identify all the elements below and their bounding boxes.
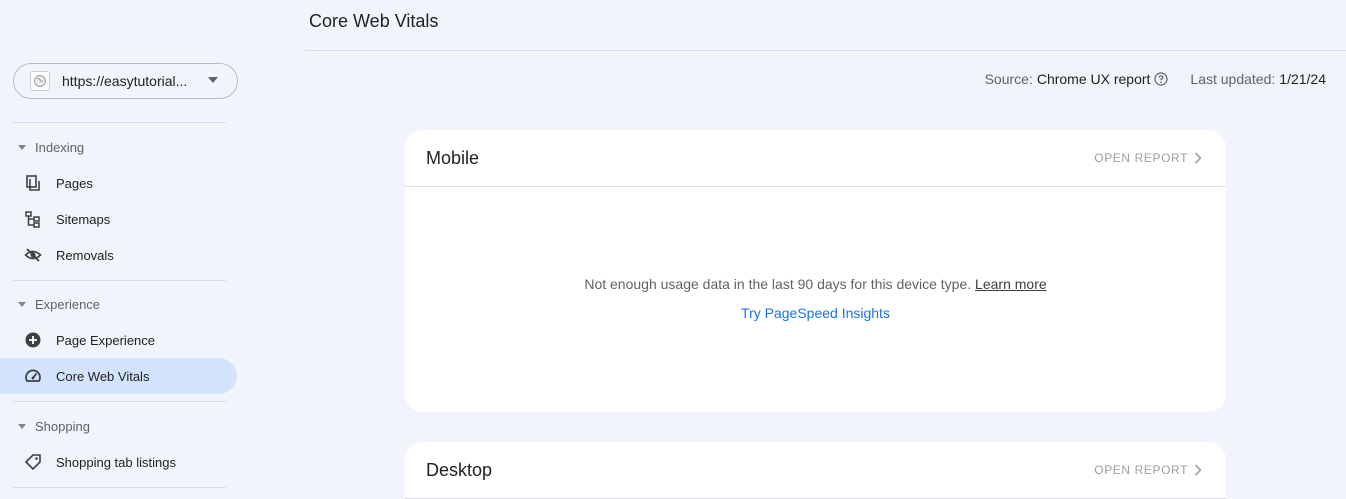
section-toggle-indexing[interactable]: Indexing bbox=[0, 137, 84, 157]
sidebar-item-label: Page Experience bbox=[56, 332, 156, 348]
open-report-button[interactable]: OPEN REPORT bbox=[1094, 151, 1202, 165]
sidebar-item-shopping-tab-listings[interactable]: Shopping tab listings bbox=[0, 444, 237, 480]
chevron-right-icon bbox=[1194, 464, 1202, 476]
app: https://easytutorial... Indexing Pages S… bbox=[0, 0, 1346, 499]
sidebar-item-label: Removals bbox=[56, 247, 114, 263]
sidebar-item-page-experience[interactable]: Page Experience bbox=[0, 322, 237, 358]
report-meta: Source: Chrome UX report Last updated: 1… bbox=[985, 71, 1326, 87]
sidebar-item-core-web-vitals[interactable]: Core Web Vitals bbox=[0, 358, 237, 394]
sidebar-item-removals[interactable]: Removals bbox=[0, 237, 237, 273]
message-text: Not enough usage data in the last 90 day… bbox=[584, 276, 972, 292]
sidebar-item-sitemaps[interactable]: Sitemaps bbox=[0, 201, 237, 237]
chevron-right-icon bbox=[1194, 152, 1202, 164]
tag-icon bbox=[24, 453, 42, 471]
sidebar-item-label: Sitemaps bbox=[56, 211, 111, 227]
divider bbox=[13, 401, 226, 402]
page-title: Core Web Vitals bbox=[309, 11, 439, 31]
section-label: Indexing bbox=[35, 139, 85, 155]
globe-icon bbox=[30, 71, 50, 91]
property-selector[interactable]: https://easytutorial... bbox=[13, 63, 238, 99]
section-toggle-experience[interactable]: Experience bbox=[0, 294, 100, 314]
open-report-label: OPEN REPORT bbox=[1094, 151, 1188, 165]
sidebar-item-label: Core Web Vitals bbox=[56, 368, 150, 384]
desktop-card: Desktop OPEN REPORT bbox=[405, 442, 1226, 499]
plus-circle-icon bbox=[24, 331, 42, 349]
updated-value: 1/21/24 bbox=[1279, 71, 1326, 87]
card-header: Mobile OPEN REPORT bbox=[405, 130, 1226, 187]
card-body: Not enough usage data in the last 90 day… bbox=[405, 187, 1226, 411]
header-divider bbox=[305, 50, 1346, 51]
caret-down-icon bbox=[18, 301, 26, 307]
open-report-label: OPEN REPORT bbox=[1094, 463, 1188, 477]
eye-off-icon bbox=[24, 246, 42, 264]
pagespeed-insights-link[interactable]: Try PageSpeed Insights bbox=[405, 305, 1226, 321]
sidebar: https://easytutorial... Indexing Pages S… bbox=[0, 0, 250, 499]
divider bbox=[13, 280, 226, 281]
caret-down-icon bbox=[18, 423, 26, 429]
open-report-button[interactable]: OPEN REPORT bbox=[1094, 463, 1202, 477]
section-label: Experience bbox=[35, 296, 101, 312]
help-icon[interactable] bbox=[1154, 72, 1169, 86]
sidebar-item-label: Shopping tab listings bbox=[56, 454, 176, 470]
divider bbox=[13, 122, 226, 123]
sidebar-item-label: Pages bbox=[56, 175, 93, 191]
card-title: Mobile bbox=[426, 147, 480, 168]
caret-down-icon bbox=[18, 144, 26, 150]
card-header: Desktop OPEN REPORT bbox=[405, 442, 1226, 499]
property-url: https://easytutorial... bbox=[62, 73, 188, 89]
section-label: Shopping bbox=[35, 418, 90, 434]
card-title: Desktop bbox=[426, 459, 493, 480]
section-toggle-shopping[interactable]: Shopping bbox=[0, 416, 90, 436]
source-label: Source: bbox=[984, 71, 1033, 87]
gauge-icon bbox=[24, 367, 42, 385]
mobile-card: Mobile OPEN REPORT Not enough usage data… bbox=[405, 130, 1226, 412]
divider bbox=[13, 487, 226, 488]
updated-label: Last updated: bbox=[1190, 71, 1276, 87]
pages-icon bbox=[24, 174, 42, 192]
source-value: Chrome UX report bbox=[1036, 71, 1151, 87]
sidebar-item-pages[interactable]: Pages bbox=[0, 165, 237, 201]
no-data-message: Not enough usage data in the last 90 day… bbox=[405, 276, 1226, 292]
dropdown-caret-icon bbox=[208, 77, 218, 83]
learn-more-link[interactable]: Learn more bbox=[975, 276, 1047, 292]
sitemap-icon bbox=[24, 210, 42, 228]
